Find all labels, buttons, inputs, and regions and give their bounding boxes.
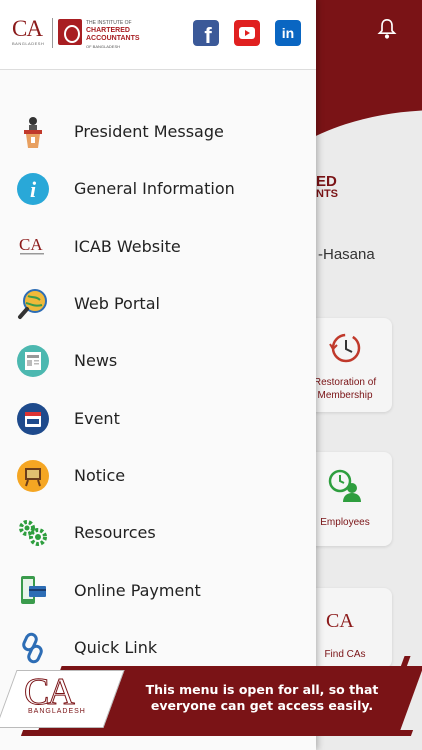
bell-icon[interactable] [377,18,397,40]
linkedin-button[interactable]: in [275,20,301,46]
facebook-button[interactable]: f [193,20,219,48]
menu-item-general-information[interactable]: i General Information [0,166,316,212]
menu-item-president-message[interactable]: President Message [0,109,316,155]
newspaper-icon [17,345,49,377]
ca-bangladesh-logo: CA BANGLADESH [12,16,50,48]
navigation-drawer: CA BANGLADESH THE INSTITUTE OF CHARTERED… [0,0,316,750]
menu-item-label: News [74,351,118,370]
menu-item-label: President Message [74,122,224,141]
institute-line-3: OF BANGLADESH [86,44,121,49]
menu-item-icab-website[interactable]: CA ICAB Website [0,224,316,270]
promo-stripe [20,730,414,736]
info-icon: i [17,173,49,205]
promo-ca-logo: CA BANGLADESH [24,671,88,715]
promo-ca-text: CA [24,671,76,713]
calendar-icon [17,403,49,435]
menu-item-label: Web Portal [74,294,160,313]
payment-icon [21,576,46,604]
promo-banner: CA BANGLADESH This menu is open for all,… [0,656,422,750]
menu-item-resources[interactable]: Resources [0,510,316,556]
institute-line-1: THE INSTITUTE OF [86,20,132,26]
menu-item-label: Quick Link [74,638,158,657]
promo-message: This menu is open for all, so that every… [145,682,379,713]
background-name-fragment: -Hasana [318,246,375,263]
notice-board-icon [17,460,49,492]
svg-text:CA: CA [19,235,43,254]
institute-line-2: CHARTERED ACCOUNTANTS [86,27,140,42]
promo-ca-subtext: BANGLADESH [26,708,88,715]
drawer-header: CA BANGLADESH THE INSTITUTE OF CHARTERED… [0,0,316,70]
gears-icon [19,520,47,546]
youtube-icon [239,27,255,39]
linkedin-icon: in [281,25,295,41]
institute-name: THE INSTITUTE OF CHARTERED ACCOUNTANTS O… [86,20,146,50]
menu-item-web-portal[interactable]: Web Portal [0,281,316,327]
ca-logo-icon: CA [19,235,44,255]
background-logo-fragment: ED NTS [316,173,338,200]
svg-text:i: i [30,177,37,202]
menu-item-label: ICAB Website [74,237,181,256]
icab-emblem-icon [58,19,82,45]
menu-item-news[interactable]: News [0,338,316,384]
ca-logo-subtext: BANGLADESH [12,41,45,46]
menu-item-label: Event [74,409,120,428]
menu-item-online-payment[interactable]: Online Payment [0,568,316,614]
ca-logo-icon: CA [326,610,354,632]
globe-search-icon [18,289,47,319]
menu-item-event[interactable]: Event [0,396,316,442]
facebook-icon: f [204,22,212,48]
youtube-button[interactable] [234,20,260,46]
podium-icon [24,117,42,148]
logo-divider [52,18,53,48]
clock-restore-icon [329,333,361,363]
menu-item-label: Online Payment [74,581,201,600]
menu-item-label: General Information [74,179,235,198]
employee-clock-icon [328,469,361,502]
menu-item-label: Notice [74,466,126,485]
ca-logo-text: CA [12,16,43,41]
menu-item-label: Resources [74,523,156,542]
menu-item-notice[interactable]: Notice [0,453,316,499]
